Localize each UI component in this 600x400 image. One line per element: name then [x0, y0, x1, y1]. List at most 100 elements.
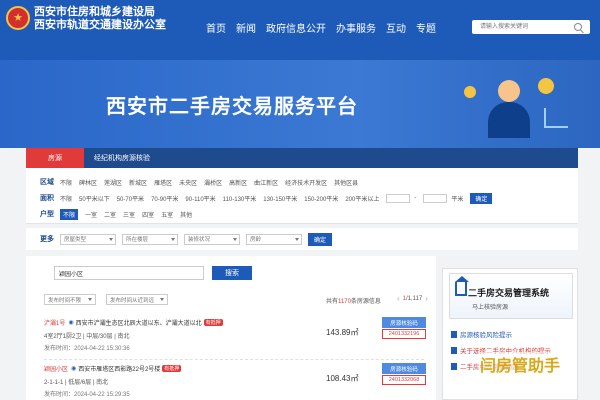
layout-option[interactable]: 二室	[104, 210, 116, 219]
listing-address: 西安市浐灞生态区北辰大道以东、浐灞大道以北	[75, 321, 202, 327]
site-title-line2: 西安市轨道交通建设办公室	[34, 19, 166, 31]
district-option[interactable]: 其他区县	[334, 178, 358, 187]
watermark: 闫房管助手	[478, 352, 563, 376]
sort-time-select[interactable]: 发布时间不限	[44, 294, 96, 305]
trade-system-card[interactable]: 二手房交易管理系统 马上核验房源	[449, 273, 573, 319]
area-option[interactable]: 50-70平米	[117, 194, 144, 203]
more-confirm-button[interactable]: 确定	[308, 232, 333, 246]
layout-option[interactable]: 其他	[180, 210, 192, 219]
location-pin-icon: ◉	[71, 366, 77, 372]
floor-select[interactable]: 所在楼层	[122, 233, 178, 245]
document-icon	[451, 346, 457, 354]
more-label: 更多	[40, 236, 54, 243]
area-option[interactable]: 130-150平米	[263, 194, 297, 203]
listing-time: 发布时间：2024-04-22 15:30:36	[44, 346, 130, 352]
nav-home[interactable]: 首页	[206, 20, 226, 35]
filter-row-district: 区域 不限 碑林区 莲湖区 新城区 雁塔区 未央区 灞桥区 高新区 曲江新区 经…	[40, 176, 365, 188]
more-filters: 更多 房屋类型 所在楼层 装修状况 房龄 确定	[26, 228, 578, 250]
district-option[interactable]: 新城区	[129, 178, 147, 187]
house-icon	[455, 276, 469, 296]
listing-time: 发布时间：2024-04-22 15:29:35	[44, 392, 130, 398]
district-option[interactable]: 莲湖区	[104, 178, 122, 187]
header-search-input[interactable]	[472, 21, 572, 33]
verify-code-value: 2401332196	[382, 329, 426, 339]
mortgage-badge: 有抵押	[162, 365, 182, 372]
listing-panel: 颖园小区 搜索 发布时间不限 发布时间从近到远 共有1170条房源信息 ‹ 1 …	[26, 256, 436, 400]
filter-row-layout: 户型 不限 一室 二室 三室 四室 五室 其他	[40, 208, 199, 220]
community-name[interactable]: 颖园小区	[44, 364, 68, 373]
district-option[interactable]: 碑林区	[79, 178, 97, 187]
district-option[interactable]: 灞桥区	[204, 178, 222, 187]
filter-row-area: 面积 不限 50平米以下 50-70平米 70-90平米 90-110平米 11…	[40, 192, 493, 204]
filter-label: 户型	[40, 211, 54, 218]
area-unit: 平米	[451, 196, 464, 203]
search-button[interactable]: 搜索	[212, 266, 252, 280]
area-confirm-button[interactable]: 确定	[470, 192, 493, 204]
total-number: 1170	[338, 299, 351, 305]
decoration-select[interactable]: 装修状况	[184, 233, 240, 245]
chevron-down-icon	[295, 237, 299, 241]
card-title: 二手房交易管理系统	[468, 288, 550, 298]
keyword-input[interactable]: 颖园小区	[54, 266, 204, 280]
tab-listings[interactable]: 房源	[26, 148, 84, 168]
district-option[interactable]: 经济技术开发区	[285, 178, 327, 187]
area-max-input[interactable]	[423, 193, 448, 203]
filter-panel: 区域 不限 碑林区 莲湖区 新城区 雁塔区 未央区 灞桥区 高新区 曲江新区 经…	[26, 168, 578, 224]
pager: ‹ 1 /1,117 ›	[394, 294, 431, 303]
area-option[interactable]: 200平米以上	[345, 194, 379, 203]
verify-code-button[interactable]: 房源核验码	[382, 363, 426, 374]
nav-interact[interactable]: 互动	[386, 20, 406, 35]
nav-gov-info[interactable]: 政府信息公开	[266, 20, 326, 35]
list-item[interactable]: 浐灞1号 ◉ 西安市浐灞生态区北辰大道以东、浐灞大道以北 有抵押 4室2厅1厨2…	[44, 314, 426, 360]
community-name[interactable]: 浐灞1号	[44, 318, 65, 327]
prev-page-icon[interactable]: ‹	[397, 294, 400, 303]
layout-option-selected[interactable]: 不限	[60, 208, 79, 220]
area-option[interactable]: 不限	[60, 194, 72, 203]
area-option[interactable]: 50平米以下	[79, 194, 110, 203]
house-age-select[interactable]: 房龄	[246, 233, 302, 245]
total-prefix: 共有	[326, 299, 339, 305]
layout-option[interactable]: 四室	[142, 210, 154, 219]
site-title-line1: 西安市住房和城乡建设局	[34, 6, 155, 18]
select-value: 发布时间不限	[48, 297, 82, 304]
side-link-risk[interactable]: 房源核验风险提示	[451, 329, 551, 339]
select-value: 发布时间从近到远	[110, 297, 155, 304]
house-type-select[interactable]: 房屋类型	[60, 233, 116, 245]
nav-topics[interactable]: 专题	[416, 20, 436, 35]
district-option[interactable]: 雁塔区	[154, 178, 172, 187]
tab-agency-verification[interactable]: 经纪机构房源核验	[94, 153, 150, 163]
layout-option[interactable]: 一室	[85, 210, 97, 219]
nav-services[interactable]: 办事服务	[336, 20, 376, 35]
layout-option[interactable]: 三室	[123, 210, 135, 219]
header-search	[472, 20, 590, 34]
side-panel: 二手房交易管理系统 马上核验房源 房源核验风险提示 关于选择二手房中介机构的提示…	[442, 268, 578, 400]
layout-option[interactable]: 五室	[161, 210, 173, 219]
sort-order-select[interactable]: 发布时间从近到远	[106, 294, 168, 305]
banner: 西安市二手房交易服务平台	[0, 60, 600, 148]
nav-news[interactable]: 新闻	[236, 20, 256, 35]
area-min-input[interactable]	[386, 193, 411, 203]
search-icon[interactable]	[574, 23, 582, 31]
banner-illustration-icon	[460, 68, 580, 146]
list-item[interactable]: 颖园小区 ◉ 西安市雁塔区西影路22号2号楼 有抵押 2-1-1-1 | 低层/…	[44, 360, 426, 400]
site-title[interactable]: 西安市住房和城乡建设局 西安市轨道交通建设办公室	[34, 6, 166, 32]
district-option[interactable]: 不限	[60, 178, 72, 187]
district-option[interactable]: 高新区	[229, 178, 247, 187]
area-option[interactable]: 150-200平米	[304, 194, 338, 203]
chevron-down-icon	[88, 298, 92, 301]
filter-label: 面积	[40, 195, 54, 202]
verify-code-button[interactable]: 房源核验码	[382, 317, 426, 328]
next-page-icon[interactable]: ›	[425, 294, 428, 303]
chevron-down-icon	[233, 237, 237, 241]
location-pin-icon: ◉	[68, 320, 74, 326]
site-header: ★ 西安市住房和城乡建设局 西安市轨道交通建设办公室 首页 新闻 政府信息公开 …	[0, 0, 600, 60]
national-emblem-icon: ★	[6, 6, 30, 30]
area-option[interactable]: 70-90平米	[151, 194, 178, 203]
listing-title: 颖园小区 ◉ 西安市雁塔区西影路22号2号楼 有抵押	[44, 364, 182, 373]
district-option[interactable]: 曲江新区	[254, 178, 278, 187]
area-option[interactable]: 110-130平米	[223, 194, 257, 203]
area-option[interactable]: 90-110平米	[185, 194, 215, 203]
district-option[interactable]: 未央区	[179, 178, 197, 187]
listing-title: 浐灞1号 ◉ 西安市浐灞生态区北辰大道以东、浐灞大道以北 有抵押	[44, 318, 223, 327]
select-value: 装修状况	[188, 237, 211, 243]
